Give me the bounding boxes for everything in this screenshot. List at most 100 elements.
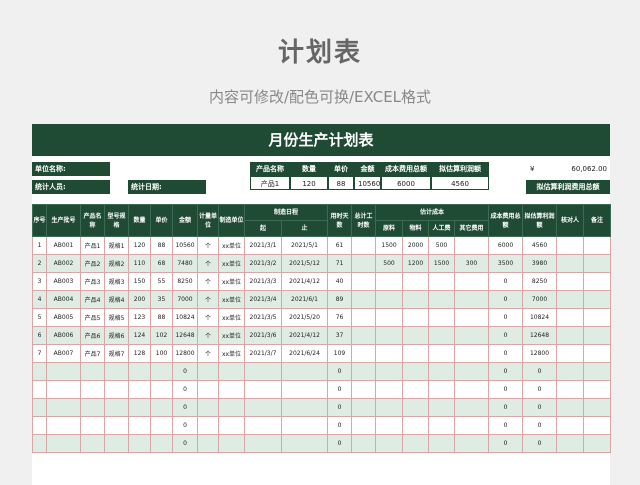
table-cell[interactable]	[454, 344, 490, 363]
table-cell[interactable]	[375, 272, 404, 291]
table-cell[interactable]	[351, 434, 377, 453]
table-cell[interactable]	[128, 434, 151, 453]
table-cell[interactable]: 2021/4/12	[280, 326, 329, 345]
table-cell[interactable]	[351, 380, 377, 399]
table-cell[interactable]: 0	[488, 344, 524, 363]
table-cell[interactable]	[128, 380, 151, 399]
table-cell[interactable]: 2021/6/24	[280, 344, 329, 363]
table-cell[interactable]	[454, 290, 490, 309]
table-cell[interactable]	[128, 362, 151, 381]
table-cell[interactable]: 12648	[172, 326, 198, 345]
table-cell[interactable]	[351, 416, 377, 435]
table-cell[interactable]	[454, 416, 490, 435]
table-cell[interactable]	[104, 398, 129, 417]
table-cell[interactable]: 个	[197, 290, 219, 309]
table-cell[interactable]: 2021/5/12	[280, 254, 329, 273]
table-cell[interactable]	[556, 308, 585, 327]
table-cell[interactable]	[218, 362, 245, 381]
table-cell[interactable]	[280, 380, 329, 399]
table-cell[interactable]	[428, 326, 456, 345]
table-cell[interactable]	[197, 416, 219, 435]
table-cell[interactable]: 0	[488, 326, 524, 345]
table-cell[interactable]: AB001	[46, 236, 81, 255]
table-cell[interactable]: 0	[522, 416, 558, 435]
table-cell[interactable]: 产品3	[80, 272, 105, 291]
table-cell[interactable]: 0	[488, 416, 524, 435]
summary-value-cost[interactable]: 6000	[381, 176, 431, 190]
table-cell[interactable]: 个	[197, 308, 219, 327]
table-cell[interactable]: 0	[522, 362, 558, 381]
table-cell[interactable]	[402, 272, 430, 291]
table-cell[interactable]	[46, 434, 81, 453]
table-cell[interactable]	[32, 380, 47, 399]
table-cell[interactable]	[280, 416, 329, 435]
table-cell[interactable]	[218, 416, 245, 435]
table-cell[interactable]	[244, 362, 282, 381]
table-cell[interactable]	[46, 416, 81, 435]
table-cell[interactable]	[32, 434, 47, 453]
table-cell[interactable]: AB002	[46, 254, 81, 273]
table-cell[interactable]	[556, 254, 585, 273]
table-cell[interactable]: 88	[150, 236, 173, 255]
table-cell[interactable]	[32, 362, 47, 381]
table-cell[interactable]	[46, 362, 81, 381]
table-cell[interactable]	[375, 326, 404, 345]
table-cell[interactable]	[244, 398, 282, 417]
table-cell[interactable]: 0	[522, 380, 558, 399]
table-cell[interactable]	[402, 434, 430, 453]
table-cell[interactable]	[428, 380, 456, 399]
table-cell[interactable]: 2021/5/1	[280, 236, 329, 255]
table-cell[interactable]: 0	[172, 362, 198, 381]
table-cell[interactable]	[150, 380, 173, 399]
table-cell[interactable]	[428, 416, 456, 435]
table-cell[interactable]: 102	[150, 326, 173, 345]
table-cell[interactable]	[280, 398, 329, 417]
table-cell[interactable]: 500	[428, 236, 456, 255]
table-cell[interactable]	[46, 380, 81, 399]
table-cell[interactable]: 0	[488, 308, 524, 327]
table-cell[interactable]	[351, 326, 377, 345]
table-cell[interactable]: 2021/3/4	[244, 290, 282, 309]
table-cell[interactable]	[375, 380, 404, 399]
table-cell[interactable]	[454, 398, 490, 417]
table-cell[interactable]: 2021/3/5	[244, 308, 282, 327]
table-cell[interactable]	[218, 398, 245, 417]
table-cell[interactable]: 0	[172, 398, 198, 417]
table-cell[interactable]: 1200	[402, 254, 430, 273]
table-cell[interactable]	[244, 416, 282, 435]
table-cell[interactable]	[454, 236, 490, 255]
table-cell[interactable]: 产品1	[80, 236, 105, 255]
table-cell[interactable]	[454, 434, 490, 453]
table-cell[interactable]: 产品5	[80, 308, 105, 327]
table-cell[interactable]	[351, 308, 377, 327]
table-cell[interactable]	[375, 398, 404, 417]
table-cell[interactable]	[280, 434, 329, 453]
table-cell[interactable]	[197, 398, 219, 417]
table-cell[interactable]: 0	[488, 398, 524, 417]
table-cell[interactable]	[351, 344, 377, 363]
table-cell[interactable]	[556, 416, 585, 435]
table-cell[interactable]: 0	[172, 380, 198, 399]
table-cell[interactable]: 37	[327, 326, 353, 345]
table-cell[interactable]: 8250	[522, 272, 558, 291]
table-cell[interactable]: 0	[488, 434, 524, 453]
table-cell[interactable]: 124	[128, 326, 151, 345]
table-cell[interactable]	[375, 434, 404, 453]
table-cell[interactable]	[402, 290, 430, 309]
table-cell[interactable]	[402, 344, 430, 363]
table-cell[interactable]	[128, 398, 151, 417]
table-cell[interactable]	[556, 290, 585, 309]
table-cell[interactable]	[104, 380, 129, 399]
table-cell[interactable]: AB007	[46, 344, 81, 363]
table-cell[interactable]	[150, 362, 173, 381]
table-cell[interactable]: 128	[128, 344, 151, 363]
table-cell[interactable]	[402, 380, 430, 399]
table-cell[interactable]	[556, 344, 585, 363]
table-cell[interactable]: 2000	[402, 236, 430, 255]
table-cell[interactable]	[244, 380, 282, 399]
table-cell[interactable]: 88	[150, 308, 173, 327]
table-cell[interactable]: 7	[32, 344, 47, 363]
table-cell[interactable]: 规格7	[104, 344, 129, 363]
table-cell[interactable]: 3980	[522, 254, 558, 273]
table-cell[interactable]	[80, 380, 105, 399]
